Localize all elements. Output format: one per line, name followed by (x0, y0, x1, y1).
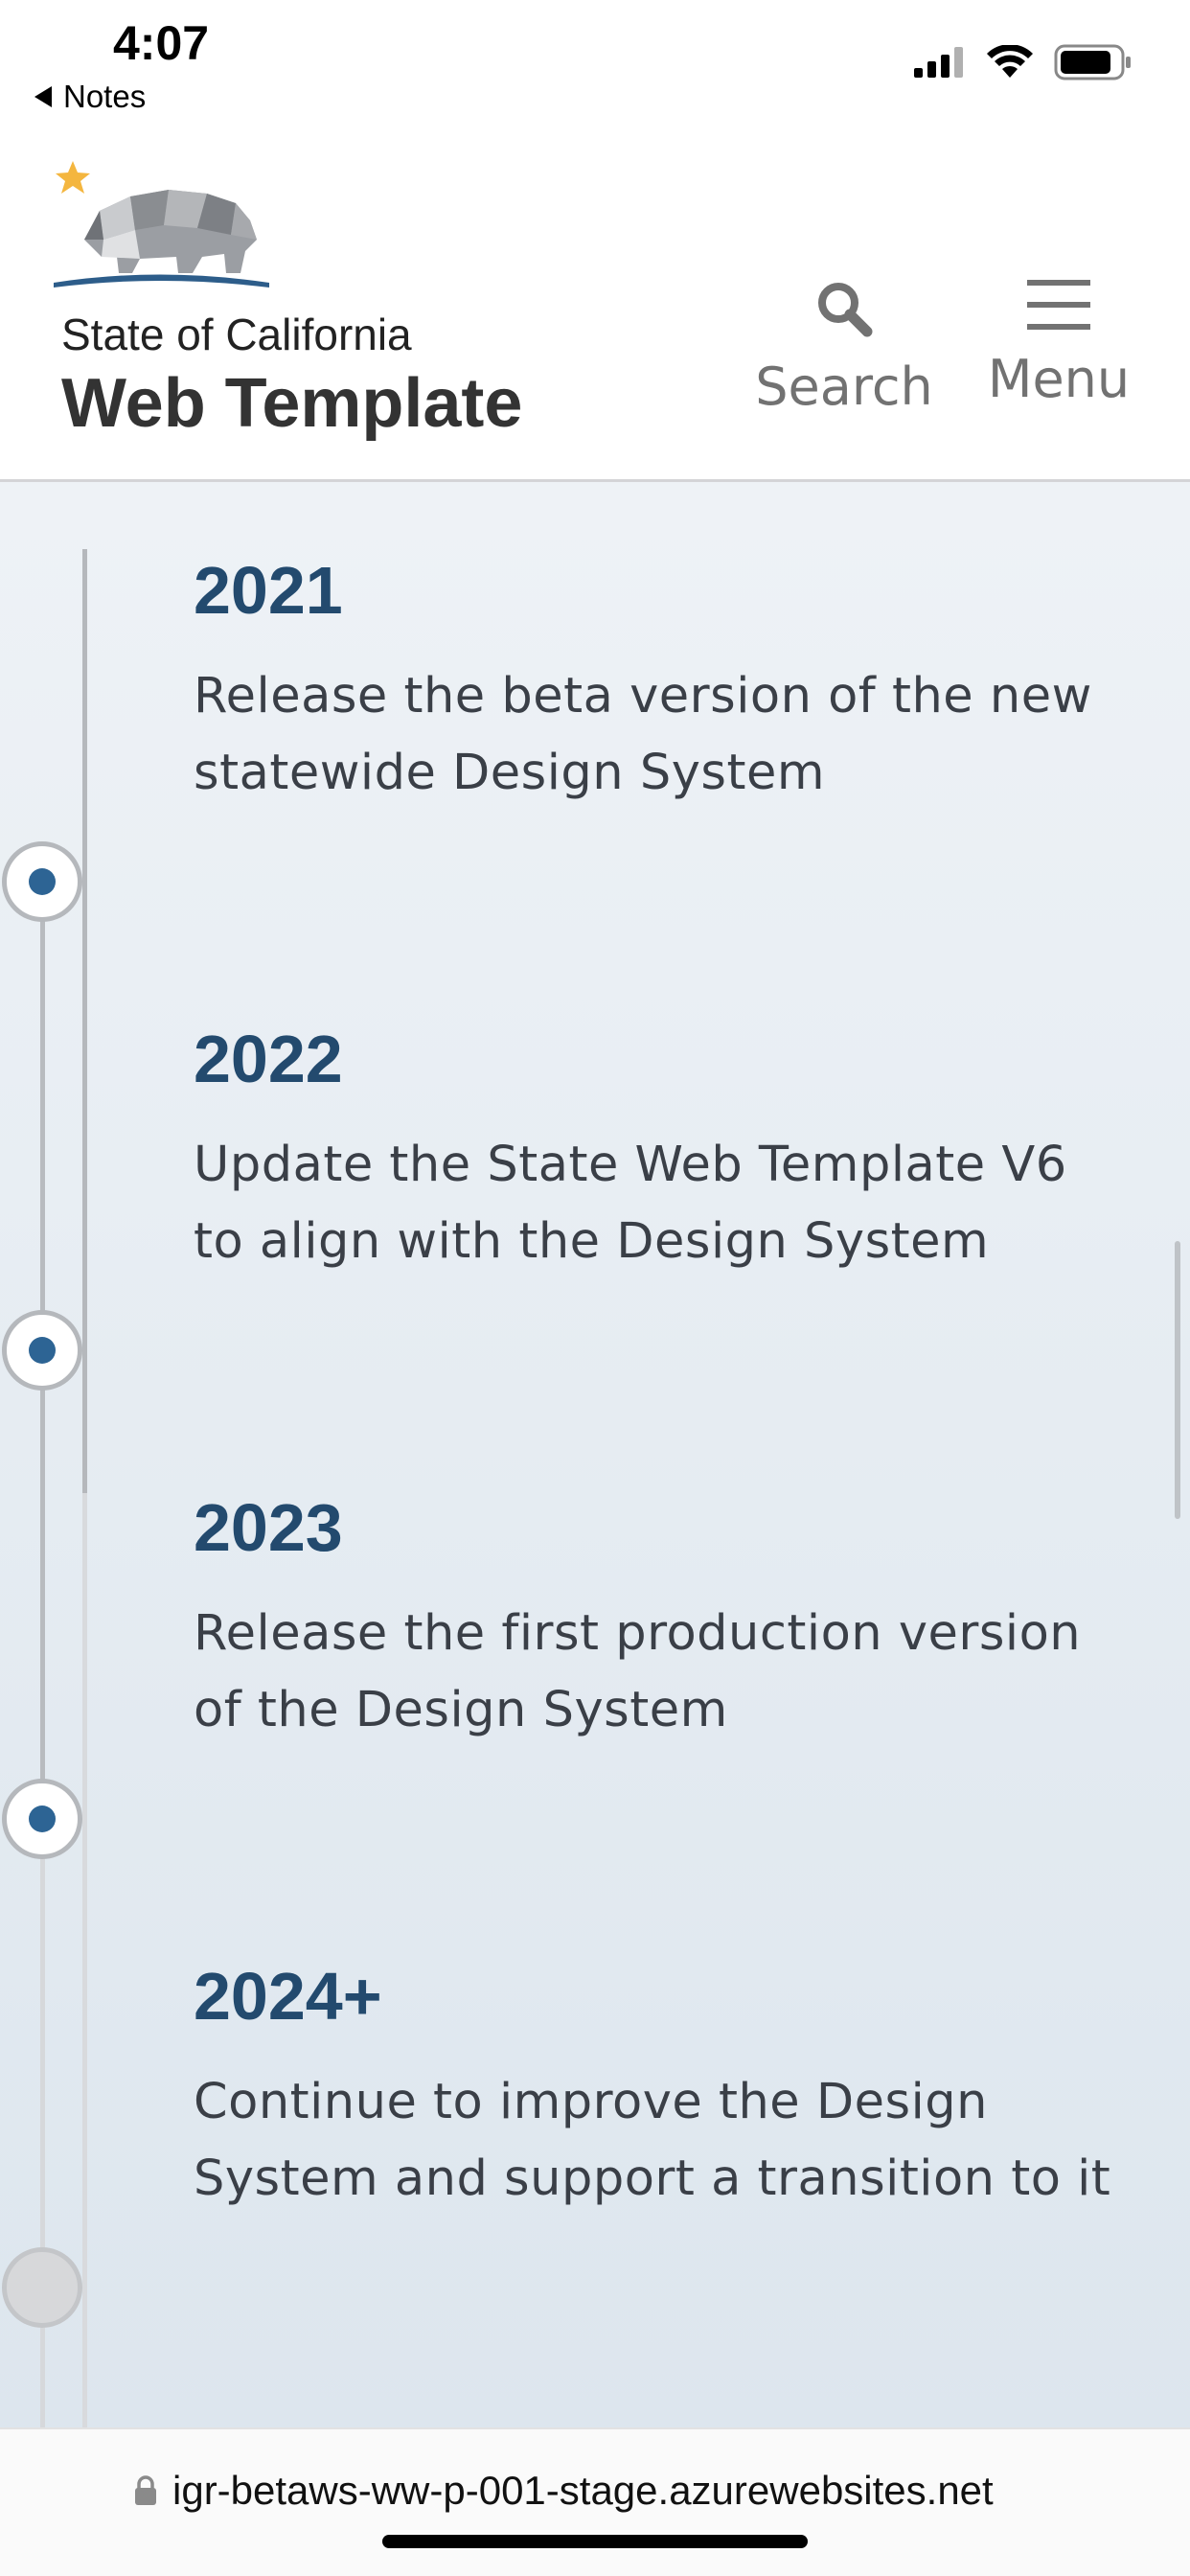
wifi-icon (987, 45, 1033, 78)
timeline-node-future (2, 2247, 82, 2328)
url-text: igr-betaws-ww-p-001-stage.azurewebsites.… (172, 2468, 994, 2513)
timeline-section: 2021 Release the beta version of the new… (0, 482, 1190, 2427)
timeline-item: 2024+ Continue to improve the Design Sys… (194, 1963, 1113, 2218)
timeline-node (2, 1310, 82, 1391)
timeline-node-dot (29, 868, 56, 895)
timeline-year: 2024+ (194, 1959, 382, 2034)
back-arrow-icon (34, 86, 52, 107)
scrollbar[interactable] (1175, 1241, 1180, 1519)
lock-icon (135, 2475, 156, 2505)
timeline-year: 2022 (194, 1022, 343, 1096)
org-name: State of California (61, 310, 412, 359)
home-indicator[interactable] (382, 2535, 808, 2548)
timeline-description: Release the first production version of … (194, 1605, 1082, 1738)
timeline-node-dot (29, 1806, 56, 1832)
timeline-description: Release the beta version of the new stat… (194, 668, 1092, 801)
menu-button[interactable]: Menu (987, 278, 1131, 409)
back-to-notes-link[interactable]: Notes (34, 79, 146, 115)
battery-icon (1054, 44, 1131, 80)
timeline-description: Update the State Web Template V6 to alig… (194, 1137, 1067, 1270)
timeline-node-dot (29, 1337, 56, 1364)
search-label: Search (755, 356, 933, 417)
system-icons (914, 44, 1133, 80)
cellular-signal-icon (914, 47, 963, 78)
timeline-progress-line (82, 549, 87, 1493)
timeline-item: 2021 Release the beta version of the new… (194, 557, 1113, 812)
back-label: Notes (63, 79, 147, 114)
site-header: State of California Web Template Search … (0, 125, 1190, 482)
menu-label: Menu (987, 349, 1131, 409)
timeline-future-line (82, 1493, 87, 2427)
status-bar: 4:07 Notes (0, 0, 1190, 125)
site-title[interactable]: Web Template (61, 364, 522, 443)
url-display[interactable]: igr-betaws-ww-p-001-stage.azurewebsites.… (134, 2468, 994, 2514)
timeline-node (2, 841, 82, 922)
timeline-item: 2023 Release the first production versio… (194, 1494, 1113, 1749)
hamburger-menu-icon (1027, 280, 1090, 330)
search-icon (818, 283, 873, 337)
timeline-connector-future-line (40, 1814, 45, 2427)
timeline-year: 2023 (194, 1490, 343, 1565)
timeline-year: 2021 (194, 553, 343, 628)
browser-url-bar[interactable]: igr-betaws-ww-p-001-stage.azurewebsites.… (0, 2427, 1190, 2576)
bear-logo-icon[interactable] (44, 144, 274, 311)
search-button[interactable]: Search (753, 278, 935, 417)
timeline-node (2, 1779, 82, 1859)
status-time: 4:07 (113, 16, 210, 70)
timeline-description: Continue to improve the Design System an… (194, 2074, 1111, 2207)
timeline-item: 2022 Update the State Web Template V6 to… (194, 1025, 1113, 1280)
